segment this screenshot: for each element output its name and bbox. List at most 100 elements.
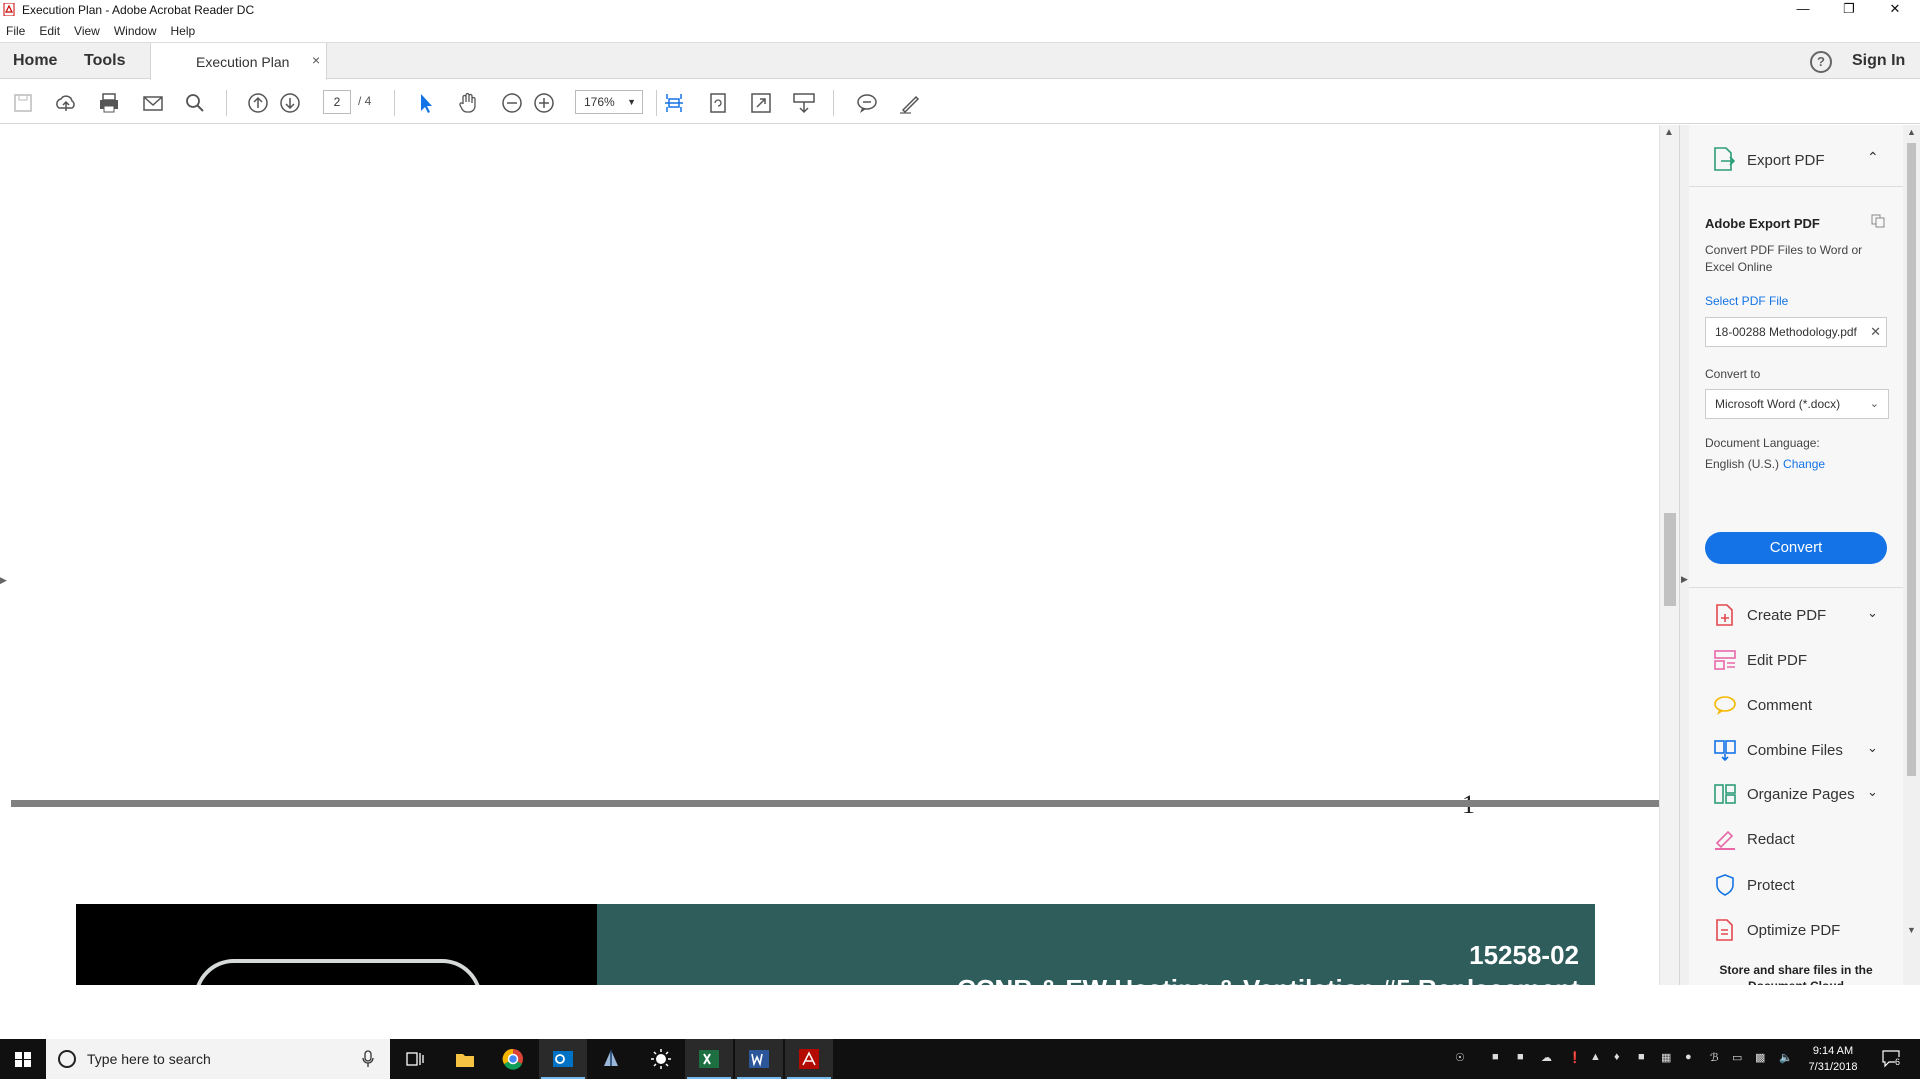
document-tab[interactable]: Execution Plan × bbox=[150, 43, 327, 80]
restore-button[interactable]: ❐ bbox=[1826, 0, 1872, 20]
tray-flag-icon[interactable]: ❗ bbox=[1568, 1051, 1582, 1064]
minimize-button[interactable]: — bbox=[1780, 0, 1826, 20]
save-icon[interactable] bbox=[10, 90, 36, 116]
battery-icon[interactable]: ▭ bbox=[1732, 1051, 1742, 1064]
taskbar-search[interactable]: Type here to search bbox=[46, 1039, 390, 1079]
chrome-icon[interactable] bbox=[489, 1039, 537, 1079]
document-language-label: Document Language: bbox=[1705, 436, 1820, 450]
notification-count: 6 bbox=[1895, 1057, 1901, 1067]
acrobat-taskbar-icon[interactable] bbox=[785, 1039, 833, 1079]
word-icon[interactable] bbox=[735, 1039, 783, 1079]
task-view-icon[interactable] bbox=[391, 1039, 439, 1079]
tool-edit-pdf[interactable]: Edit PDF bbox=[1689, 646, 1903, 676]
system-clock[interactable]: 9:14 AM 7/31/2018 bbox=[1808, 1043, 1858, 1075]
tool-optimize-pdf[interactable]: Optimize PDF bbox=[1689, 916, 1903, 946]
select-pdf-file-link[interactable]: Select PDF File bbox=[1705, 294, 1788, 308]
tool-create-pdf[interactable]: Create PDF ⌄ bbox=[1689, 601, 1903, 631]
export-section-title: Adobe Export PDF bbox=[1705, 216, 1820, 231]
bluetooth-icon[interactable]: ℬ bbox=[1710, 1051, 1719, 1064]
email-icon[interactable] bbox=[140, 90, 166, 116]
sign-pen-icon[interactable] bbox=[897, 90, 923, 116]
menu-edit[interactable]: Edit bbox=[39, 20, 60, 38]
menu-window[interactable]: Window bbox=[114, 20, 157, 38]
document-scrollbar[interactable]: ▲ bbox=[1659, 125, 1679, 985]
close-tab-icon[interactable]: × bbox=[312, 52, 320, 68]
scrollbar-thumb[interactable] bbox=[1664, 513, 1676, 606]
people-icon[interactable]: ☉ bbox=[1455, 1051, 1465, 1064]
tray-app-icon[interactable]: ■ bbox=[1492, 1051, 1499, 1063]
sign-in-button[interactable]: Sign In bbox=[1852, 52, 1905, 70]
tool-label: Edit PDF bbox=[1747, 652, 1808, 669]
tools-pane-scrollbar[interactable]: ▲ ▼ bbox=[1903, 125, 1920, 985]
tool-comment[interactable]: Comment bbox=[1689, 691, 1903, 721]
full-screen-icon[interactable] bbox=[748, 90, 774, 116]
volume-icon[interactable]: 🔈 bbox=[1779, 1051, 1793, 1064]
export-pdf-header[interactable]: Export PDF ⌃ bbox=[1689, 125, 1903, 187]
title-bar: Execution Plan - Adobe Acrobat Reader DC… bbox=[0, 0, 1920, 20]
tools-tab[interactable]: Tools bbox=[84, 52, 125, 70]
action-center-icon[interactable]: 6 bbox=[1880, 1049, 1906, 1069]
page-number-input[interactable]: 2 bbox=[323, 90, 351, 114]
previous-page-icon[interactable] bbox=[245, 90, 271, 116]
tray-red-icon[interactable]: ♦ bbox=[1614, 1051, 1620, 1063]
comment-tool-icon[interactable] bbox=[854, 90, 880, 116]
onedrive-icon[interactable]: ☁ bbox=[1541, 1051, 1552, 1064]
fit-page-icon[interactable] bbox=[661, 90, 687, 116]
convert-format-value: Microsoft Word (*.docx) bbox=[1715, 397, 1841, 411]
change-language-link[interactable]: Change bbox=[1783, 457, 1825, 471]
expand-chevron-icon[interactable]: ⌄ bbox=[1867, 605, 1878, 621]
scrollbar-thumb[interactable] bbox=[1907, 143, 1916, 776]
file-explorer-icon[interactable] bbox=[441, 1039, 489, 1079]
collapse-chevron-icon[interactable]: ⌃ bbox=[1867, 149, 1879, 166]
menu-file[interactable]: File bbox=[6, 20, 25, 38]
zoom-in-icon[interactable] bbox=[531, 90, 557, 116]
menu-view[interactable]: View bbox=[74, 20, 100, 38]
start-button[interactable] bbox=[0, 1039, 46, 1079]
tool-protect[interactable]: Protect bbox=[1689, 871, 1903, 901]
zoom-select[interactable]: 176% ▼ bbox=[575, 90, 643, 114]
rotate-view-icon[interactable] bbox=[705, 90, 731, 116]
expand-chevron-icon[interactable]: ⌄ bbox=[1867, 740, 1878, 756]
scroll-up-icon[interactable]: ▲ bbox=[1664, 127, 1674, 138]
help-icon[interactable]: ? bbox=[1810, 51, 1832, 73]
zoom-out-icon[interactable] bbox=[499, 90, 525, 116]
outlook-icon[interactable] bbox=[539, 1039, 587, 1079]
scroll-up-icon[interactable]: ▲ bbox=[1907, 127, 1916, 137]
next-page-icon[interactable] bbox=[277, 90, 303, 116]
close-window-button[interactable]: ✕ bbox=[1872, 0, 1918, 20]
clear-file-icon[interactable]: ✕ bbox=[1870, 318, 1881, 346]
comment-icon bbox=[1714, 696, 1736, 715]
tool-combine-files[interactable]: Combine Files ⌄ bbox=[1689, 736, 1903, 766]
upload-cloud-icon[interactable] bbox=[53, 90, 79, 116]
expand-chevron-icon[interactable]: ⌄ bbox=[1867, 784, 1878, 800]
convert-format-select[interactable]: Microsoft Word (*.docx) ⌄ bbox=[1705, 389, 1889, 419]
tray-outlook-icon[interactable]: ■ bbox=[1517, 1051, 1524, 1063]
print-icon[interactable] bbox=[96, 90, 122, 116]
convert-button[interactable]: Convert bbox=[1705, 532, 1887, 564]
tray-green-icon[interactable]: ● bbox=[1685, 1051, 1692, 1063]
skype-icon[interactable]: ■ bbox=[1638, 1051, 1645, 1063]
microphone-icon[interactable] bbox=[362, 1050, 374, 1068]
select-cursor-icon[interactable] bbox=[413, 90, 439, 116]
page-total: / 4 bbox=[358, 94, 372, 108]
tool-label: Comment bbox=[1747, 697, 1813, 714]
tool-redact[interactable]: Redact bbox=[1689, 825, 1903, 855]
scroll-mode-icon[interactable] bbox=[791, 90, 817, 116]
collapse-panel-icon[interactable]: ▶ bbox=[1681, 574, 1688, 585]
selected-file-field[interactable]: 18-00288 Methodology.pdf ✕ bbox=[1705, 317, 1887, 347]
menu-help[interactable]: Help bbox=[171, 20, 196, 38]
hand-tool-icon[interactable] bbox=[455, 90, 481, 116]
app-sail-icon[interactable] bbox=[587, 1039, 635, 1079]
scroll-down-icon[interactable]: ▼ bbox=[1907, 925, 1916, 935]
network-share-icon[interactable]: ▦ bbox=[1661, 1051, 1671, 1064]
excel-icon[interactable] bbox=[685, 1039, 733, 1079]
brightness-app-icon[interactable] bbox=[637, 1039, 685, 1079]
left-panel-toggle-icon[interactable]: ▶ bbox=[0, 575, 7, 586]
tray-acrobat-icon[interactable]: ▲ bbox=[1590, 1051, 1601, 1063]
tool-organize-pages[interactable]: Organize Pages ⌄ bbox=[1689, 780, 1903, 810]
home-tab[interactable]: Home bbox=[13, 52, 57, 70]
copy-icon[interactable] bbox=[1871, 214, 1885, 228]
right-panel-toggle[interactable]: ▶ bbox=[1679, 125, 1689, 985]
network-icon[interactable]: ▩ bbox=[1755, 1051, 1765, 1064]
search-icon[interactable] bbox=[182, 90, 208, 116]
